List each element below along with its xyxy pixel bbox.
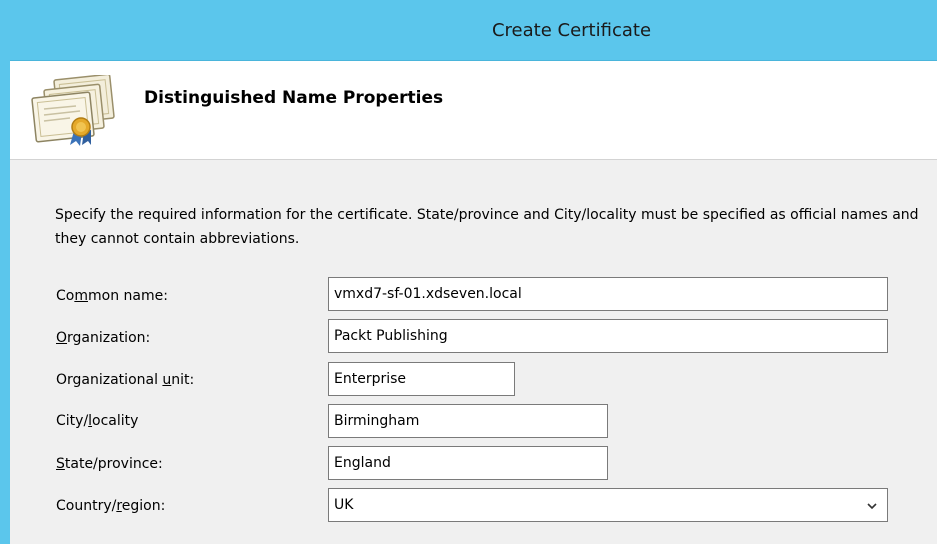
organization-input[interactable]: Packt Publishing <box>328 319 888 353</box>
window-title: Create Certificate <box>491 20 652 41</box>
common-name-input[interactable]: vmxd7-sf-01.xdseven.local <box>328 277 888 311</box>
window-left-border <box>0 0 10 544</box>
country-region-value: UK <box>334 497 354 513</box>
city-locality-input[interactable]: Birmingham <box>328 404 608 438</box>
wizard-content: Specify the required information for the… <box>10 160 937 544</box>
window-titlebar[interactable]: Create Certificate <box>10 0 937 61</box>
state-province-label: State/province: <box>56 456 163 472</box>
common-name-label: Common name: <box>56 288 168 304</box>
organization-label: Organization: <box>56 330 151 346</box>
organizational-unit-input[interactable]: Enterprise <box>328 362 515 396</box>
city-locality-label: City/locality <box>56 413 139 429</box>
instructions-text: Specify the required information for the… <box>55 207 919 247</box>
country-region-label: Country/region: <box>56 498 166 514</box>
page-heading: Distinguished Name Properties <box>144 88 444 108</box>
country-region-select[interactable]: UK <box>328 488 888 522</box>
organizational-unit-label: Organizational unit: <box>56 372 195 388</box>
certificate-icon <box>31 75 115 146</box>
state-province-input[interactable]: England <box>328 446 608 480</box>
chevron-down-icon <box>867 503 877 510</box>
wizard-header: Distinguished Name Properties <box>10 61 937 160</box>
